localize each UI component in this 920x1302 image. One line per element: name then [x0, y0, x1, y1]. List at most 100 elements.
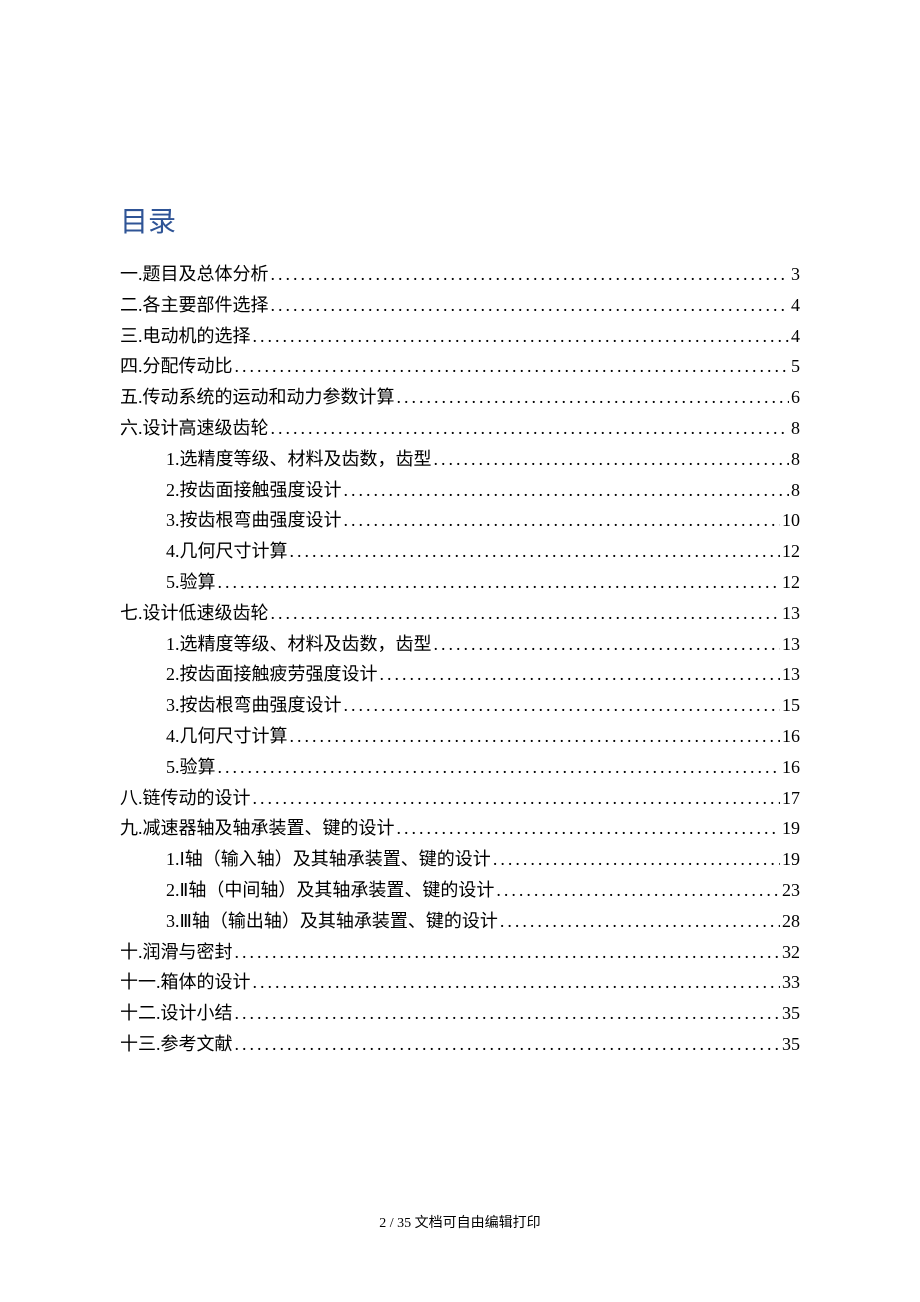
- toc-entry[interactable]: 3.按齿根弯曲强度设计 15: [120, 691, 800, 720]
- toc-entry[interactable]: 1.选精度等级、材料及齿数，齿型 8: [120, 445, 800, 474]
- toc-entry-page: 33: [782, 968, 800, 997]
- toc-leader-dots: [290, 722, 781, 751]
- toc-entry-page: 15: [782, 691, 800, 720]
- toc-entry[interactable]: 二.各主要部件选择 4: [120, 291, 800, 320]
- toc-entry[interactable]: 3.Ⅲ轴（输出轴）及其轴承装置、键的设计 28: [120, 907, 800, 936]
- page-footer: 2 / 35 文档可自由编辑打印: [0, 1212, 920, 1232]
- toc-entry[interactable]: 十.润滑与密封 32: [120, 938, 800, 967]
- toc-entry[interactable]: 5.验算 12: [120, 568, 800, 597]
- toc-leader-dots: [253, 322, 790, 351]
- toc-entry[interactable]: 六.设计高速级齿轮 8: [120, 414, 800, 443]
- toc-entry-label: 2.Ⅱ轴（中间轴）及其轴承装置、键的设计: [166, 876, 494, 905]
- toc-entry[interactable]: 八.链传动的设计 17: [120, 784, 800, 813]
- toc-entry-label: 2.按齿面接触疲劳强度设计: [166, 660, 378, 689]
- toc-entry-label: 十三.参考文献: [120, 1030, 233, 1059]
- toc-entry-page: 35: [782, 1030, 800, 1059]
- toc-entry-label: 1.选精度等级、材料及齿数，齿型: [166, 445, 432, 474]
- toc-leader-dots: [290, 537, 781, 566]
- toc-entry-page: 8: [791, 414, 800, 443]
- toc-entry-page: 35: [782, 999, 800, 1028]
- toc-entry-label: 3.Ⅲ轴（输出轴）及其轴承装置、键的设计: [166, 907, 498, 936]
- toc-entry-page: 19: [782, 845, 800, 874]
- toc-entry-page: 4: [791, 322, 800, 351]
- toc-entry-label: 十.润滑与密封: [120, 938, 233, 967]
- toc-entry-page: 32: [782, 938, 800, 967]
- toc-entry[interactable]: 十二.设计小结 35: [120, 999, 800, 1028]
- toc-entry-page: 16: [782, 722, 800, 751]
- toc-entry-page: 17: [782, 784, 800, 813]
- toc-entry-page: 13: [782, 630, 800, 659]
- toc-entry-page: 3: [791, 260, 800, 289]
- toc-leader-dots: [218, 568, 781, 597]
- toc-entry-label: 1.Ⅰ轴（输入轴）及其轴承装置、键的设计: [166, 845, 491, 874]
- toc-leader-dots: [253, 784, 781, 813]
- toc-entry-label: 1.选精度等级、材料及齿数，齿型: [166, 630, 432, 659]
- toc-entry-page: 8: [791, 445, 800, 474]
- toc-entry-page: 5: [791, 352, 800, 381]
- toc-entry-label: 七.设计低速级齿轮: [120, 599, 269, 628]
- toc-leader-dots: [344, 506, 781, 535]
- toc-entry-label: 九.减速器轴及轴承装置、键的设计: [120, 814, 395, 843]
- toc-leader-dots: [380, 660, 781, 689]
- toc-entry[interactable]: 2.按齿面接触疲劳强度设计 13: [120, 660, 800, 689]
- toc-entry-label: 3.按齿根弯曲强度设计: [166, 691, 342, 720]
- toc-entry[interactable]: 五.传动系统的运动和动力参数计算 6: [120, 383, 800, 412]
- toc-entry-label: 十一.箱体的设计: [120, 968, 251, 997]
- toc-entry-page: 19: [782, 814, 800, 843]
- toc-entry-page: 16: [782, 753, 800, 782]
- toc-entry-page: 8: [791, 476, 800, 505]
- toc-entry[interactable]: 七.设计低速级齿轮 13: [120, 599, 800, 628]
- toc-entry-label: 八.链传动的设计: [120, 784, 251, 813]
- toc-entry[interactable]: 四.分配传动比 5: [120, 352, 800, 381]
- toc-entry[interactable]: 1.选精度等级、材料及齿数，齿型 13: [120, 630, 800, 659]
- toc-entry[interactable]: 三.电动机的选择 4: [120, 322, 800, 351]
- toc-entry-label: 4.几何尺寸计算: [166, 537, 288, 566]
- toc-leader-dots: [235, 999, 781, 1028]
- toc-entry-page: 4: [791, 291, 800, 320]
- toc-entry-page: 13: [782, 660, 800, 689]
- toc-entry[interactable]: 十三.参考文献 35: [120, 1030, 800, 1059]
- toc-leader-dots: [218, 753, 781, 782]
- toc-leader-dots: [434, 630, 781, 659]
- toc-entry-page: 6: [791, 383, 800, 412]
- toc-leader-dots: [271, 599, 781, 628]
- toc-entry[interactable]: 2.按齿面接触强度设计 8: [120, 476, 800, 505]
- toc-leader-dots: [493, 845, 780, 874]
- toc-entry[interactable]: 一.题目及总体分析 3: [120, 260, 800, 289]
- toc-entry-label: 四.分配传动比: [120, 352, 233, 381]
- toc-list: 一.题目及总体分析 3二.各主要部件选择 4三.电动机的选择 4四.分配传动比 …: [120, 260, 800, 1059]
- toc-entry[interactable]: 九.减速器轴及轴承装置、键的设计 19: [120, 814, 800, 843]
- toc-entry[interactable]: 十一.箱体的设计 33: [120, 968, 800, 997]
- toc-entry[interactable]: 3.按齿根弯曲强度设计 10: [120, 506, 800, 535]
- toc-leader-dots: [253, 968, 781, 997]
- toc-entry-page: 13: [782, 599, 800, 628]
- toc-leader-dots: [235, 1030, 781, 1059]
- toc-leader-dots: [235, 938, 781, 967]
- toc-entry[interactable]: 4.几何尺寸计算 12: [120, 537, 800, 566]
- toc-entry[interactable]: 5.验算 16: [120, 753, 800, 782]
- toc-entry-label: 5.验算: [166, 568, 216, 597]
- toc-entry-label: 3.按齿根弯曲强度设计: [166, 506, 342, 535]
- toc-entry-label: 三.电动机的选择: [120, 322, 251, 351]
- document-page: 目录 一.题目及总体分析 3二.各主要部件选择 4三.电动机的选择 4四.分配传…: [0, 0, 920, 1121]
- toc-heading: 目录: [120, 200, 800, 240]
- toc-leader-dots: [235, 352, 790, 381]
- toc-entry-label: 4.几何尺寸计算: [166, 722, 288, 751]
- toc-entry-page: 28: [782, 907, 800, 936]
- toc-entry-page: 10: [782, 506, 800, 535]
- toc-leader-dots: [344, 476, 790, 505]
- toc-leader-dots: [397, 383, 790, 412]
- toc-entry-label: 2.按齿面接触强度设计: [166, 476, 342, 505]
- toc-entry-label: 十二.设计小结: [120, 999, 233, 1028]
- toc-entry-label: 5.验算: [166, 753, 216, 782]
- toc-entry-page: 23: [782, 876, 800, 905]
- toc-entry[interactable]: 4.几何尺寸计算 16: [120, 722, 800, 751]
- toc-entry-page: 12: [782, 568, 800, 597]
- toc-entry[interactable]: 2.Ⅱ轴（中间轴）及其轴承装置、键的设计 23: [120, 876, 800, 905]
- toc-leader-dots: [500, 907, 780, 936]
- toc-entry-label: 六.设计高速级齿轮: [120, 414, 269, 443]
- toc-entry[interactable]: 1.Ⅰ轴（输入轴）及其轴承装置、键的设计 19: [120, 845, 800, 874]
- toc-leader-dots: [496, 876, 780, 905]
- toc-leader-dots: [344, 691, 781, 720]
- toc-entry-page: 12: [782, 537, 800, 566]
